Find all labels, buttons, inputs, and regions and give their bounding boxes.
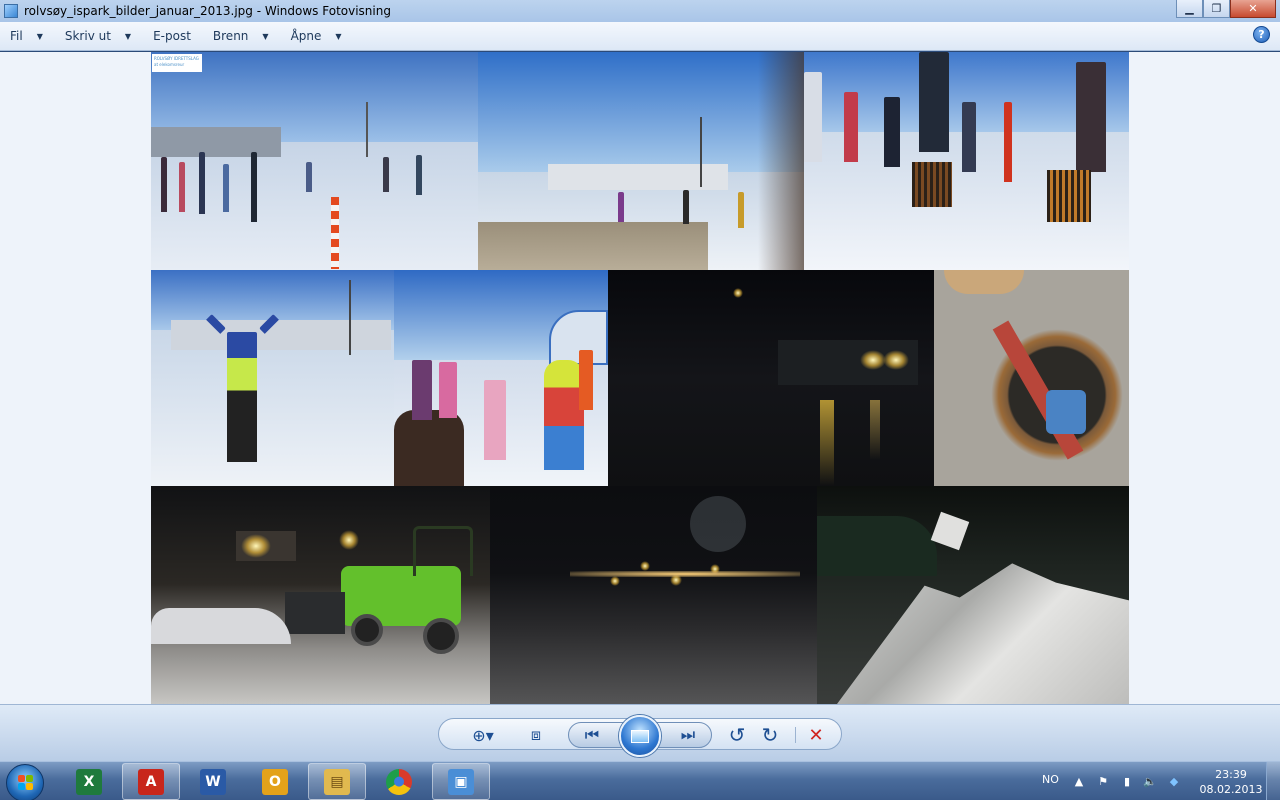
menu-brenn[interactable]: Brenn ▼ xyxy=(213,29,269,43)
photo-viewer-app-icon[interactable] xyxy=(4,4,18,18)
image-viewport[interactable]: ROLVSØY IDRETTSLAG at elekomsreur xyxy=(0,52,1280,704)
dropdown-arrow-icon: ▼ xyxy=(335,31,342,41)
photo-tile-snow-pile xyxy=(817,486,1129,704)
photo-watermark: ROLVSØY IDRETTSLAG at elekomsreur xyxy=(152,54,202,72)
acrobat-icon: A xyxy=(138,768,164,795)
menu-apne[interactable]: Åpne ▼ xyxy=(291,29,342,43)
close-icon: ✕ xyxy=(1248,2,1258,15)
menu-label: Brenn xyxy=(212,29,249,43)
photo-tile-skaters-day-1: ROLVSØY IDRETTSLAG at elekomsreur xyxy=(151,52,478,270)
zoom-button[interactable]: ⊕▾ xyxy=(466,724,500,746)
window-controls: ▁ ❐ ✕ xyxy=(1176,0,1276,18)
windows-logo-icon xyxy=(18,775,34,791)
photo-collage: ROLVSØY IDRETTSLAG at elekomsreur xyxy=(151,52,1129,704)
clock-date: 08.02.2013 xyxy=(1199,783,1263,796)
slideshow-icon xyxy=(631,729,649,743)
taskbar-outlook[interactable]: O xyxy=(246,763,304,800)
command-bar: Fil ▼ Skriv ut ▼ E-post Brenn ▼ Åpne ▼ ? xyxy=(0,22,1280,51)
menu-label: Fil xyxy=(10,29,23,43)
taskbar: X A W O ▤ ● ▣ NO ▲ ⚑ ▮ 🔈 ◆ 23:39 08.02.2… xyxy=(0,761,1280,800)
system-clock[interactable]: 23:39 08.02.2013 xyxy=(1196,767,1266,797)
rotate-left-icon: ↺ xyxy=(728,723,746,747)
photo-tile-water-valve xyxy=(934,270,1129,486)
next-button[interactable]: ⏭ xyxy=(674,724,702,746)
show-desktop-button[interactable] xyxy=(1266,762,1280,800)
excel-icon: X xyxy=(76,768,102,795)
power-icon[interactable]: ▮ xyxy=(1120,774,1134,788)
outlook-icon: O xyxy=(262,768,288,795)
start-button[interactable] xyxy=(6,764,44,800)
taskbar-chrome[interactable]: ● xyxy=(370,763,428,800)
taskbar-excel[interactable]: X xyxy=(60,763,118,800)
rotate-left-button[interactable]: ↺ xyxy=(724,723,750,747)
taskbar-word[interactable]: W xyxy=(184,763,242,800)
fit-to-window-icon: ⧈ xyxy=(530,725,542,744)
action-center-flag-icon[interactable]: ⚑ xyxy=(1096,774,1110,788)
help-icon[interactable]: ? xyxy=(1253,26,1270,43)
dropdown-arrow-icon: ▼ xyxy=(124,31,132,41)
rotate-right-button[interactable]: ↻ xyxy=(757,723,783,747)
dropdown-arrow-icon: ▼ xyxy=(36,31,43,41)
menu-skriv-ut[interactable]: Skriv ut ▼ xyxy=(65,29,131,43)
rotate-right-icon: ↻ xyxy=(761,723,779,747)
watermark-line: at elekomsreur xyxy=(154,62,185,67)
menu-e-post[interactable]: E-post xyxy=(153,29,191,43)
viewer-toolbar: ⊕▾ ⧈ ⏮ ⏭ ↺ ↻ ✕ xyxy=(0,704,1280,761)
word-icon: W xyxy=(200,768,226,795)
dropdown-arrow-icon: ▼ xyxy=(262,31,269,41)
clock-time: 23:39 xyxy=(1215,768,1247,781)
photo-tile-night-street xyxy=(490,486,817,704)
minimize-icon: ▁ xyxy=(1185,2,1194,15)
dropbox-icon[interactable]: ◆ xyxy=(1167,774,1181,788)
delete-icon: ✕ xyxy=(808,724,824,746)
restore-icon: ❐ xyxy=(1211,2,1222,15)
taskbar-acrobat[interactable]: A xyxy=(122,763,180,800)
volume-icon[interactable]: 🔈 xyxy=(1143,774,1157,788)
window-title: rolvsøy_ispark_bilder_januar_2013.jpg - … xyxy=(24,4,391,18)
close-button[interactable]: ✕ xyxy=(1230,0,1276,18)
toolbar-separator xyxy=(795,727,796,743)
photo-tile-night-ice xyxy=(608,270,934,486)
menu-label: Åpne xyxy=(290,29,322,43)
slideshow-button[interactable] xyxy=(619,715,661,757)
taskbar-photo-viewer[interactable]: ▣ xyxy=(432,763,490,800)
previous-button[interactable]: ⏮ xyxy=(578,724,606,746)
title-bar: rolvsøy_ispark_bilder_januar_2013.jpg - … xyxy=(0,0,1280,22)
chrome-icon: ● xyxy=(386,768,412,795)
language-indicator[interactable]: NO xyxy=(1042,773,1059,786)
delete-button[interactable]: ✕ xyxy=(804,724,828,746)
menu-label: E-post xyxy=(153,29,191,43)
zoom-icon: ⊕▾ xyxy=(472,725,494,745)
photo-viewer-icon: ▣ xyxy=(448,768,474,795)
photo-tile-skaters-day-2 xyxy=(478,52,804,270)
photo-tile-night-tractor xyxy=(151,486,490,704)
next-icon: ⏭ xyxy=(680,725,696,744)
menu-label: Skriv ut xyxy=(64,29,111,43)
photo-tile-fire-baskets xyxy=(804,52,1129,270)
taskbar-explorer[interactable]: ▤ xyxy=(308,763,366,800)
photo-tile-clown-children xyxy=(394,270,608,486)
photo-tile-man-waving xyxy=(151,270,394,486)
minimize-button[interactable]: ▁ xyxy=(1176,0,1203,18)
restore-button[interactable]: ❐ xyxy=(1203,0,1230,18)
tray-expand-icon[interactable]: ▲ xyxy=(1072,774,1086,788)
menu-fil[interactable]: Fil ▼ xyxy=(10,29,43,43)
fit-to-window-button[interactable]: ⧈ xyxy=(522,724,550,746)
previous-icon: ⏮ xyxy=(584,725,600,744)
folder-icon: ▤ xyxy=(324,768,350,795)
